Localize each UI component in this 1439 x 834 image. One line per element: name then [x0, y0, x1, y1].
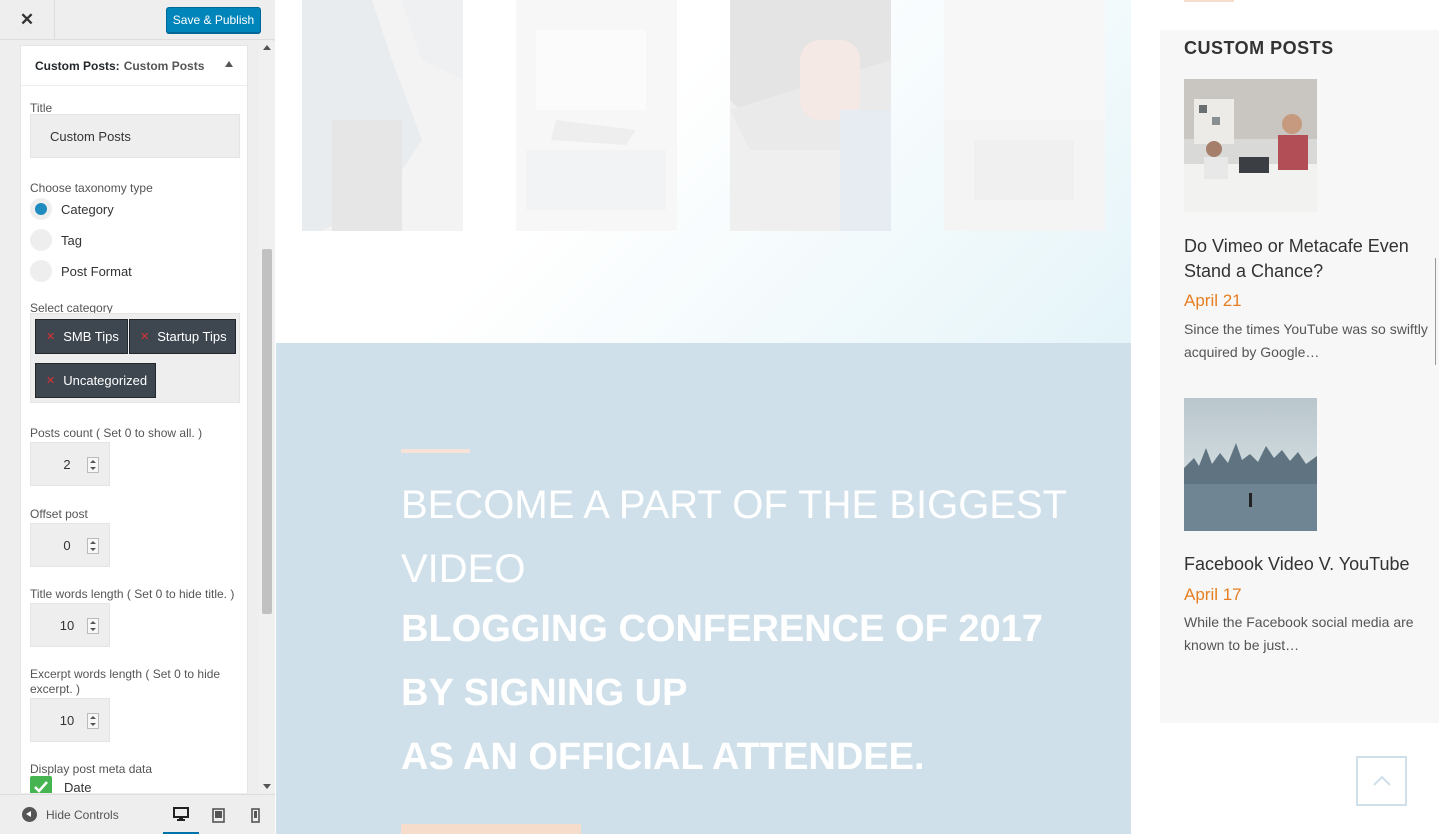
category-chip[interactable]: ✕ Startup Tips	[129, 319, 236, 354]
collapse-arrow-icon[interactable]	[225, 61, 233, 67]
radio-checked-icon[interactable]	[30, 198, 52, 220]
title-words-label: Title words length ( Set 0 to hide title…	[30, 587, 235, 601]
title-input[interactable]: Custom Posts	[30, 114, 240, 158]
mobile-icon	[250, 807, 260, 823]
chevron-up-icon	[1372, 775, 1391, 786]
post-excerpt: Since the times YouTube was so swiftly a…	[1184, 321, 1428, 360]
preview-scrollbar-edge[interactable]	[1435, 258, 1439, 365]
post-thumbnail[interactable]	[1184, 79, 1317, 212]
banner-bold-1: BLOGGING CONFERENCE OF 2017	[401, 608, 1043, 650]
widget-title-prefix: Custom Posts:	[35, 58, 120, 73]
posts-count-label: Posts count ( Set 0 to show all. )	[30, 426, 203, 440]
scroll-up-icon[interactable]	[263, 45, 271, 50]
taxonomy-label: Choose taxonomy type	[30, 181, 153, 195]
post-date: April 17	[1184, 585, 1242, 604]
custom-posts-title: CUSTOM POSTS	[1184, 38, 1334, 58]
title-words-value: 10	[59, 617, 75, 633]
customizer-footer: Hide Controls	[0, 794, 275, 834]
radio-post-format[interactable]: Post Format	[30, 260, 132, 282]
spinner-arrows-icon[interactable]	[87, 457, 99, 473]
banner-accent-line	[401, 449, 470, 453]
category-chip-label: Startup Tips	[157, 329, 227, 344]
desktop-icon	[173, 806, 189, 821]
post-thumbnail[interactable]	[1184, 398, 1317, 531]
back-to-top-button[interactable]	[1356, 756, 1407, 806]
hero-photo-laptop	[730, 0, 891, 231]
checkmark-icon[interactable]	[30, 776, 52, 793]
hide-controls-button[interactable]: Hide Controls	[22, 807, 119, 822]
site-preview: BECOME A PART OF THE BIGGEST VIDEO BLOGG…	[276, 0, 1439, 834]
banner-bold-3: AS AN OFFICIAL ATTENDEE.	[401, 736, 925, 778]
excerpt-words-stepper[interactable]: 10	[30, 698, 110, 742]
radio-post-format-label: Post Format	[61, 263, 132, 279]
excerpt-words-label: Excerpt words length ( Set 0 to hide exc…	[30, 667, 221, 696]
tablet-preview-button[interactable]	[200, 795, 236, 834]
tablet-icon	[211, 807, 225, 823]
scroll-down-icon[interactable]	[263, 784, 271, 789]
radio-unchecked-icon[interactable]	[30, 260, 52, 282]
meta-label: Display post meta data	[30, 762, 153, 776]
banner-bold-2: BY SIGNING UP	[401, 672, 688, 714]
banner-signup-button[interactable]	[401, 824, 581, 834]
customizer-sidebar: ✕ Save & Publish Custom Posts: Custom Po…	[0, 0, 275, 834]
hero-section	[276, 0, 1131, 343]
post-excerpt: While the Facebook social media are know…	[1184, 614, 1414, 653]
top-accent-chip	[1184, 0, 1234, 2]
category-chip-label: Uncategorized	[63, 373, 148, 388]
banner-line-2: VIDEO	[401, 547, 526, 591]
offset-stepper[interactable]: 0	[30, 523, 110, 567]
widget-title-name: Custom Posts	[123, 58, 205, 73]
posts-count-value: 2	[63, 456, 71, 472]
close-icon: ✕	[19, 10, 35, 29]
banner-heading-light: BECOME A PART OF THE BIGGEST VIDEO	[401, 473, 1121, 601]
hero-photo-person	[302, 0, 463, 231]
post-title[interactable]: Facebook Video V. YouTube	[1184, 552, 1439, 577]
spinner-arrows-icon[interactable]	[87, 713, 99, 729]
offset-label: Offset post	[30, 507, 88, 521]
close-customizer-button[interactable]: ✕	[0, 0, 55, 40]
customizer-header: ✕ Save & Publish	[0, 0, 275, 40]
meta-date-checkbox[interactable]: Date	[30, 776, 91, 793]
spinner-arrows-icon[interactable]	[87, 618, 99, 634]
mobile-preview-button[interactable]	[237, 795, 273, 834]
remove-icon[interactable]: ✕	[46, 374, 55, 387]
remove-icon[interactable]: ✕	[140, 330, 149, 343]
customizer-scrollbar[interactable]	[259, 41, 275, 793]
meta-date-label: Date	[64, 779, 92, 794]
customizer-panel: Custom Posts: Custom Posts Title Custom …	[8, 41, 258, 793]
banner-line-1: BECOME A PART OF THE BIGGEST	[401, 483, 1068, 527]
excerpt-words-value: 10	[59, 712, 75, 728]
scrollbar-thumb[interactable]	[262, 249, 272, 614]
category-select[interactable]: ✕ SMB Tips ✕ Startup Tips ✕ Uncategorize…	[30, 313, 240, 403]
hide-controls-label: Hide Controls	[46, 807, 119, 822]
category-chip-label: SMB Tips	[63, 329, 119, 344]
radio-tag-label: Tag	[61, 232, 82, 248]
hero-photo-papers	[516, 0, 677, 231]
custom-posts-widget: Custom Posts: Custom Posts Title Custom …	[20, 45, 248, 793]
spinner-arrows-icon[interactable]	[87, 538, 99, 554]
remove-icon[interactable]: ✕	[46, 330, 55, 343]
radio-tag[interactable]: Tag	[30, 229, 82, 251]
category-chip[interactable]: ✕ Uncategorized	[35, 363, 157, 398]
posts-count-stepper[interactable]: 2	[30, 442, 110, 486]
radio-category-label: Category	[61, 201, 114, 217]
post-title[interactable]: Do Vimeo or Metacafe Even Stand a Chance…	[1184, 234, 1439, 284]
desktop-preview-button[interactable]	[163, 795, 199, 834]
custom-posts-sidebar: CUSTOM POSTS Do Vimeo or Metacafe Even S…	[1160, 30, 1439, 723]
radio-unchecked-icon[interactable]	[30, 229, 52, 251]
radio-category[interactable]: Category	[30, 198, 114, 220]
save-publish-button[interactable]: Save & Publish	[166, 7, 261, 33]
banner-heading-bold: BLOGGING CONFERENCE OF 2017 BY SIGNING U…	[401, 597, 1121, 789]
category-chip[interactable]: ✕ SMB Tips	[35, 319, 128, 354]
title-words-stepper[interactable]: 10	[30, 603, 110, 647]
post-date: April 21	[1184, 291, 1242, 310]
hero-photo-desk	[944, 0, 1105, 231]
widget-header[interactable]: Custom Posts: Custom Posts	[21, 46, 247, 86]
offset-value: 0	[63, 537, 71, 553]
collapse-icon	[22, 807, 37, 822]
title-label: Title	[30, 101, 53, 115]
